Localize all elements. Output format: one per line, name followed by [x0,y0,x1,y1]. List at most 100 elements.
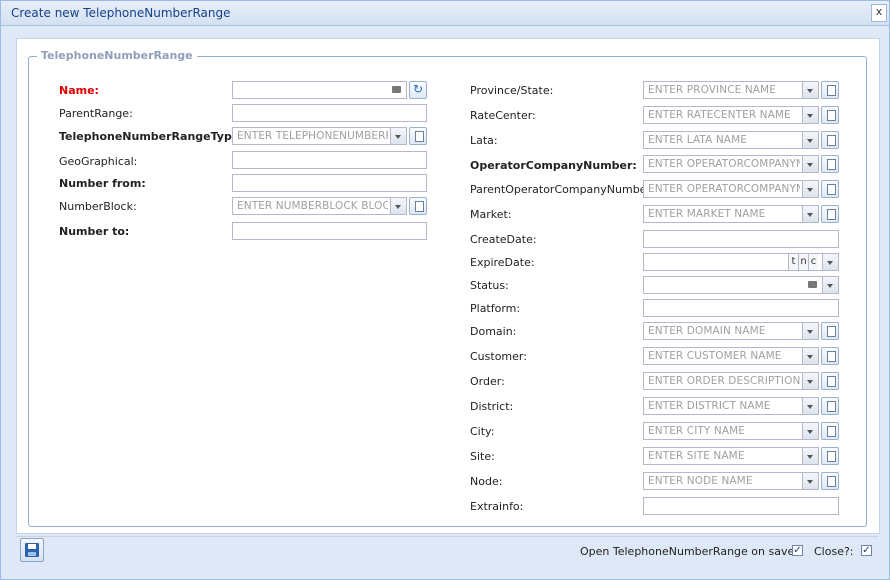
site-label: Site: [470,450,495,463]
ratecenter-new-button[interactable] [821,106,839,124]
chevron-down-icon[interactable] [802,132,818,148]
node-new-button[interactable] [821,472,839,490]
parentop-new-button[interactable] [821,180,839,198]
node-combo[interactable]: ENTER NODE NAME [643,472,819,490]
platform-field[interactable] [643,299,839,317]
order-placeholder: ENTER ORDER DESCRIPTION [648,375,800,387]
district-placeholder: ENTER DISTRICT NAME [648,400,771,412]
opcompany-label: OperatorCompanyNumber: [470,159,637,172]
chevron-down-icon[interactable] [802,156,818,172]
site-combo[interactable]: ENTER SITE NAME [643,447,819,465]
chevron-down-icon[interactable] [802,348,818,364]
close-checkbox-label: Close?: [814,545,854,558]
name-field[interactable] [232,81,407,99]
city-combo[interactable]: ENTER CITY NAME [643,422,819,440]
order-combo[interactable]: ENTER ORDER DESCRIPTION [643,372,819,390]
chevron-down-icon[interactable] [390,198,406,214]
parentrange-field[interactable] [232,104,427,122]
site-new-button[interactable] [821,447,839,465]
expiredate-field[interactable]: t n c [643,253,839,271]
chevron-down-icon[interactable] [802,82,818,98]
chevron-down-icon[interactable] [822,277,838,293]
ratecenter-combo[interactable]: ENTER RATECENTER NAME [643,106,819,124]
opcompany-placeholder: ENTER OPERATORCOMPANYNU [648,158,800,170]
chevron-down-icon[interactable] [822,254,838,270]
id-card-icon[interactable] [808,281,817,288]
expire-now-button[interactable]: n [798,254,808,270]
telephone-number-range-fieldset: TelephoneNumberRange Name: ↻ ParentRange… [28,49,867,527]
save-button[interactable] [20,538,44,562]
market-combo[interactable]: ENTER MARKET NAME [643,205,819,223]
province-new-button[interactable] [821,81,839,99]
floppy-disk-icon [25,543,39,557]
district-combo[interactable]: ENTER DISTRICT NAME [643,397,819,415]
dialog-titlebar[interactable]: Create new TelephoneNumberRange x [1,1,889,26]
province-placeholder: ENTER PROVINCE NAME [648,84,776,96]
domain-new-button[interactable] [821,322,839,340]
parentrange-label: ParentRange: [59,107,133,120]
footer-divider [16,536,878,537]
chevron-down-icon[interactable] [802,448,818,464]
geographical-field[interactable] [232,151,427,169]
order-label: Order: [470,375,505,388]
numberblock-new-button[interactable] [409,197,427,215]
lata-new-button[interactable] [821,131,839,149]
refresh-button[interactable]: ↻ [409,81,427,99]
market-new-button[interactable] [821,205,839,223]
open-on-save-checkbox[interactable]: ✓ [792,545,803,556]
customer-new-button[interactable] [821,347,839,365]
expiredate-label: ExpireDate: [470,256,535,269]
opcompany-new-button[interactable] [821,155,839,173]
numberblock-placeholder: ENTER NUMBERBLOCK BLOCK [237,200,388,212]
lata-combo[interactable]: ENTER LATA NAME [643,131,819,149]
city-label: City: [470,425,495,438]
form-panel: TelephoneNumberRange Name: ↻ ParentRange… [16,38,880,534]
createdate-field[interactable] [643,230,839,248]
numberblock-label: NumberBlock: [59,200,137,213]
chevron-down-icon[interactable] [802,107,818,123]
site-placeholder: ENTER SITE NAME [648,450,745,462]
city-placeholder: ENTER CITY NAME [648,425,745,437]
type-placeholder: ENTER TELEPHONENUMBERRAI [237,130,388,142]
parentop-combo[interactable]: ENTER OPERATORCOMPANYNU [643,180,819,198]
chevron-down-icon[interactable] [802,373,818,389]
city-new-button[interactable] [821,422,839,440]
chevron-down-icon[interactable] [802,423,818,439]
status-combo[interactable] [643,276,839,294]
extrainfo-field[interactable] [643,497,839,515]
node-placeholder: ENTER NODE NAME [648,475,753,487]
market-placeholder: ENTER MARKET NAME [648,208,766,220]
numberfrom-label: Number from: [59,177,146,190]
chevron-down-icon[interactable] [390,128,406,144]
expire-clear-button[interactable]: c [808,254,818,270]
province-combo[interactable]: ENTER PROVINCE NAME [643,81,819,99]
domain-placeholder: ENTER DOMAIN NAME [648,325,766,337]
close-checkbox[interactable]: ✓ [861,545,872,556]
numberto-field[interactable] [232,222,427,240]
close-button[interactable]: x [871,4,887,22]
domain-combo[interactable]: ENTER DOMAIN NAME [643,322,819,340]
name-label: Name: [59,84,99,97]
expire-today-button[interactable]: t [788,254,798,270]
id-card-icon[interactable] [392,86,401,93]
district-new-button[interactable] [821,397,839,415]
ratecenter-placeholder: ENTER RATECENTER NAME [648,109,791,121]
district-label: District: [470,400,514,413]
chevron-down-icon[interactable] [802,398,818,414]
chevron-down-icon[interactable] [802,473,818,489]
numberblock-combo[interactable]: ENTER NUMBERBLOCK BLOCK [232,197,407,215]
refresh-icon: ↻ [412,82,424,96]
chevron-down-icon[interactable] [802,181,818,197]
node-label: Node: [470,475,503,488]
chevron-down-icon[interactable] [802,206,818,222]
customer-combo[interactable]: ENTER CUSTOMER NAME [643,347,819,365]
lata-placeholder: ENTER LATA NAME [648,134,747,146]
numberfrom-field[interactable] [232,174,427,192]
type-new-button[interactable] [409,127,427,145]
platform-label: Platform: [470,302,521,315]
opcompany-combo[interactable]: ENTER OPERATORCOMPANYNU [643,155,819,173]
type-combo[interactable]: ENTER TELEPHONENUMBERRAI [232,127,407,145]
chevron-down-icon[interactable] [802,323,818,339]
status-label: Status: [470,279,509,292]
order-new-button[interactable] [821,372,839,390]
